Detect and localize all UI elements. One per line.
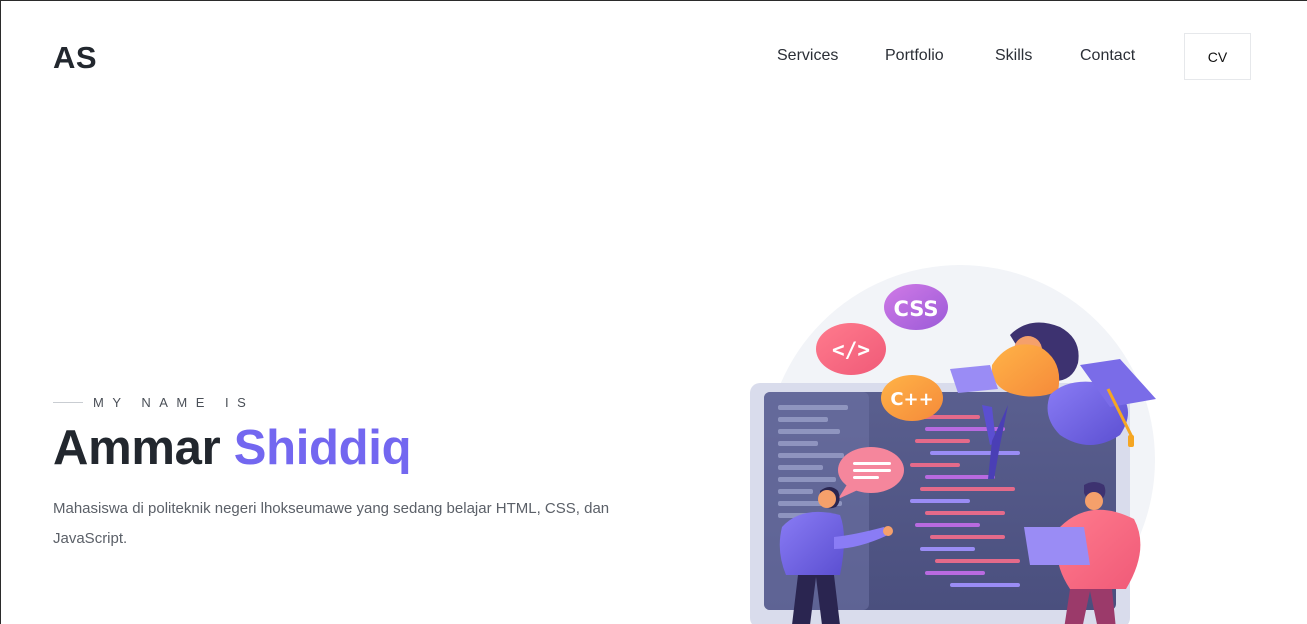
css-badge-label: CSS [893, 297, 938, 321]
developer-team-illustration: CSS </> C++ [750, 265, 1156, 624]
hero-last-name: Shiddiq [233, 421, 412, 475]
code-tag-badge-icon: </> [816, 323, 886, 375]
hero-description: Mahasiswa di politeknik negeri lhokseuma… [53, 500, 610, 547]
nav-link-services[interactable]: Services [777, 47, 838, 65]
eyebrow-divider [53, 402, 83, 403]
hero-title: Ammar Shiddiq [53, 420, 412, 476]
hero-first-name: Ammar [53, 421, 221, 475]
cpp-badge-icon: C++ [881, 375, 943, 421]
nav-link-portfolio[interactable]: Portfolio [885, 47, 944, 65]
cv-button[interactable]: CV [1184, 33, 1251, 80]
css-badge-icon: CSS [884, 284, 948, 330]
cpp-badge-label: C++ [890, 389, 933, 410]
nav-link-contact[interactable]: Contact [1080, 47, 1135, 65]
brand-logo[interactable]: AS [53, 40, 97, 76]
code-tag-badge-label: </> [832, 338, 870, 362]
eyebrow-text: MY NAME IS [93, 395, 255, 410]
nav-link-skills[interactable]: Skills [995, 47, 1032, 65]
hero-eyebrow: MY NAME IS [53, 395, 254, 410]
